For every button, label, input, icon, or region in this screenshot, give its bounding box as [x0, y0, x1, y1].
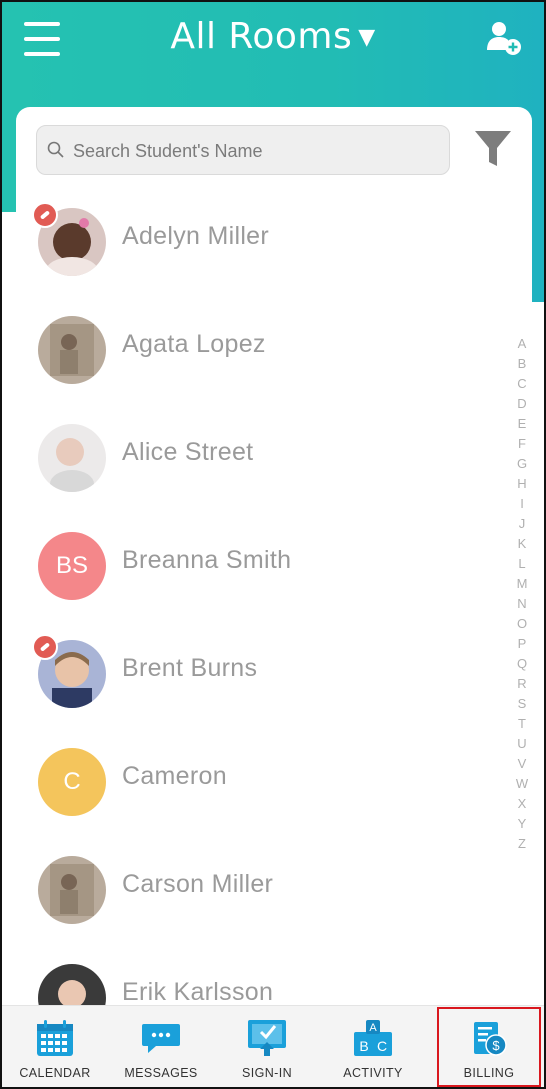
- index-letter[interactable]: P: [514, 634, 530, 654]
- index-letter[interactable]: L: [514, 554, 530, 574]
- index-letter[interactable]: G: [514, 454, 530, 474]
- avatar: [38, 316, 106, 384]
- svg-text:C: C: [377, 1038, 387, 1054]
- index-letter[interactable]: E: [514, 414, 530, 434]
- index-letter[interactable]: W: [514, 774, 530, 794]
- student-name: Adelyn Miller: [122, 222, 270, 250]
- index-letter[interactable]: J: [514, 514, 530, 534]
- index-letter[interactable]: C: [514, 374, 530, 394]
- add-user-icon[interactable]: [486, 20, 522, 56]
- nav-label: CALENDAR: [19, 1066, 91, 1080]
- filter-icon[interactable]: [474, 129, 512, 169]
- index-letter[interactable]: M: [514, 574, 530, 594]
- alphabet-index[interactable]: A B C D E F G H I J K L M N O P Q R S T …: [514, 334, 530, 854]
- svg-text:B: B: [359, 1038, 368, 1054]
- allergy-badge-icon: [32, 202, 58, 228]
- sign-in-icon: [248, 1020, 286, 1056]
- student-row[interactable]: Adelyn Miller: [16, 202, 506, 310]
- student-list: Adelyn Miller Agata Lopez Alice Street B…: [16, 202, 506, 1066]
- index-letter[interactable]: D: [514, 394, 530, 414]
- avatar-initials: C: [38, 748, 106, 816]
- chat-icon: [142, 1024, 180, 1053]
- calendar-icon: [37, 1020, 73, 1056]
- svg-text:A: A: [369, 1022, 377, 1034]
- student-name: Agata Lopez: [122, 330, 266, 358]
- student-row[interactable]: Alice Street: [16, 418, 506, 526]
- index-letter[interactable]: K: [514, 534, 530, 554]
- nav-activity[interactable]: A B C ACTIVITY: [320, 1006, 426, 1087]
- abc-blocks-icon: A B C: [354, 1020, 392, 1056]
- student-row[interactable]: Agata Lopez: [16, 310, 506, 418]
- caret-down-icon: ▼: [358, 25, 376, 50]
- allergy-badge-icon: [32, 634, 58, 660]
- index-letter[interactable]: X: [514, 794, 530, 814]
- nav-messages[interactable]: MESSAGES: [108, 1006, 214, 1087]
- index-letter[interactable]: B: [514, 354, 530, 374]
- avatar: [38, 424, 106, 492]
- index-letter[interactable]: I: [514, 494, 530, 514]
- index-letter[interactable]: O: [514, 614, 530, 634]
- nav-label: BILLING: [463, 1066, 515, 1080]
- student-name: Breanna Smith: [122, 546, 292, 574]
- index-letter[interactable]: F: [514, 434, 530, 454]
- index-letter[interactable]: U: [514, 734, 530, 754]
- students-panel: Adelyn Miller Agata Lopez Alice Street B…: [16, 107, 532, 1032]
- room-selector[interactable]: All Rooms ▼: [2, 16, 544, 57]
- student-name: Cameron: [122, 762, 227, 790]
- student-row[interactable]: Brent Burns: [16, 634, 506, 742]
- avatar: [38, 856, 106, 924]
- student-row[interactable]: BS Breanna Smith: [16, 526, 506, 634]
- nav-label: SIGN-IN: [241, 1066, 293, 1080]
- student-name: Erik Karlsson: [122, 978, 274, 1006]
- billing-icon: $: [474, 1022, 507, 1056]
- index-letter[interactable]: T: [514, 714, 530, 734]
- nav-calendar[interactable]: CALENDAR: [2, 1006, 108, 1087]
- svg-text:$: $: [492, 1038, 500, 1053]
- search-input[interactable]: [71, 126, 445, 176]
- index-letter[interactable]: N: [514, 594, 530, 614]
- index-letter[interactable]: V: [514, 754, 530, 774]
- index-letter[interactable]: Y: [514, 814, 530, 834]
- app-frame: All Rooms▼ Ad: [0, 0, 546, 1089]
- room-title-label: All Rooms: [170, 16, 353, 57]
- index-letter[interactable]: S: [514, 694, 530, 714]
- index-letter[interactable]: Q: [514, 654, 530, 674]
- search-icon: [47, 141, 64, 158]
- student-name: Brent Burns: [122, 654, 258, 682]
- index-letter[interactable]: A: [514, 334, 530, 354]
- student-row[interactable]: C Cameron: [16, 742, 506, 850]
- index-letter[interactable]: Z: [514, 834, 530, 854]
- nav-billing[interactable]: $ BILLING: [436, 1006, 542, 1087]
- bottom-navigation: CALENDAR MESSAGES SIGN-IN A B C ACTIVITY…: [2, 1005, 544, 1087]
- index-letter[interactable]: R: [514, 674, 530, 694]
- student-row[interactable]: Carson Miller: [16, 850, 506, 958]
- nav-label: ACTIVITY: [343, 1066, 403, 1080]
- search-bar: [36, 125, 450, 176]
- index-letter[interactable]: H: [514, 474, 530, 494]
- student-name: Carson Miller: [122, 870, 274, 898]
- avatar-initials: BS: [38, 532, 106, 600]
- student-name: Alice Street: [122, 438, 254, 466]
- nav-label: MESSAGES: [124, 1066, 198, 1080]
- nav-sign-in[interactable]: SIGN-IN: [214, 1006, 320, 1087]
